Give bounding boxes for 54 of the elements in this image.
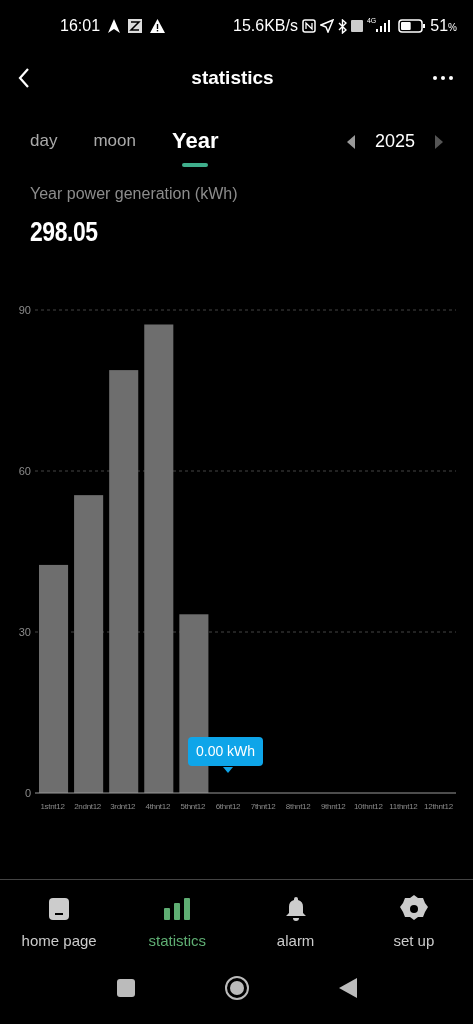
bluetooth-icon (337, 18, 347, 34)
battery-percent: 51 (430, 16, 449, 36)
period-tab[interactable]: Year (171, 124, 219, 167)
value-tooltip: 0.00 kWh (187, 736, 264, 766)
notification-icon (128, 19, 143, 33)
y-tick-label: 0 (24, 786, 31, 799)
x-tick-label: 7thnt12 (250, 801, 276, 811)
x-tick-label: 11thnt12 (389, 801, 418, 811)
bottom-nav-tab[interactable]: statistics (118, 893, 237, 952)
bar-chart-icon (163, 897, 192, 920)
back-icon (18, 68, 30, 88)
period-tab[interactable]: day (30, 128, 58, 154)
bottom-nav-tab[interactable]: alarm (236, 893, 355, 952)
year-value: 2025 (374, 130, 415, 153)
y-tick-label: 60 (18, 464, 31, 477)
x-tick-label: 2ndnt12 (74, 801, 102, 811)
summary-value: 298.05 (30, 216, 99, 249)
recents-button[interactable] (116, 979, 135, 997)
navigation-icon (108, 19, 121, 33)
warning-icon (150, 19, 166, 33)
triangle-left-icon (338, 978, 357, 998)
location-icon (319, 19, 334, 33)
device-icon (48, 896, 71, 921)
bottom-nav-tab[interactable]: set up (354, 893, 473, 952)
bottom-nav-tab[interactable]: home page (0, 893, 119, 952)
battery-icon (398, 19, 427, 33)
back-nav-button[interactable] (338, 978, 357, 998)
tooltip-pointer-icon (222, 766, 233, 773)
x-tick-label: 4thnt12 (145, 801, 171, 811)
triangle-left-icon (346, 134, 355, 149)
x-tick-label: 1stnt12 (40, 801, 65, 811)
x-tick-label: 9thnt12 (320, 801, 346, 811)
triangle-right-icon (435, 134, 443, 149)
x-tick-label: 8thnt12 (285, 801, 311, 811)
x-tick-label: 12thnt12 (424, 801, 453, 811)
x-tick-label: 3rdnt12 (110, 801, 136, 811)
tab-underline (182, 163, 209, 167)
next-year-button[interactable] (435, 134, 443, 149)
x-tick-label: 6thnt12 (215, 801, 241, 811)
nfc-icon (301, 19, 316, 33)
signal-icon (376, 20, 391, 32)
home-button[interactable] (224, 976, 249, 1000)
more-icon (433, 76, 453, 80)
page-title: statistics (190, 65, 275, 90)
x-tick-label: 5thnt12 (180, 801, 206, 811)
network-speed: 15.6KB/s (233, 16, 298, 36)
percent-sign: % (448, 22, 457, 35)
status-time: 16:01 (60, 16, 101, 36)
y-tick-label: 90 (18, 303, 31, 316)
x-tick-label: 10thnt12 (353, 801, 383, 811)
y-tick-label: 30 (18, 625, 31, 638)
previous-year-button[interactable] (346, 134, 355, 149)
period-tab[interactable]: moon (93, 128, 136, 154)
summary-label: Year power generation (kWh) (30, 184, 239, 204)
